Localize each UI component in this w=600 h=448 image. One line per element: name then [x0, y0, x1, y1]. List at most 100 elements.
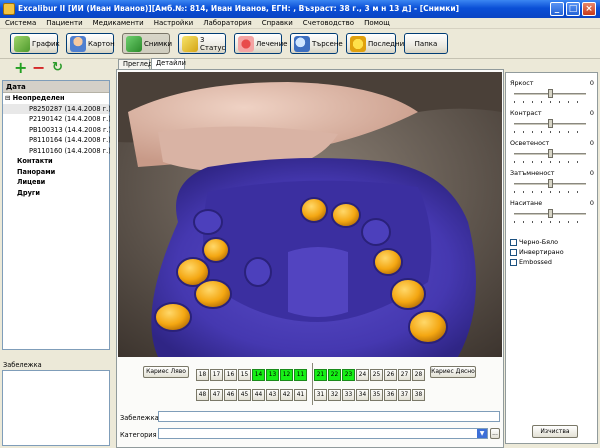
tooth-44[interactable]: 44: [252, 389, 265, 401]
category-label: Категория: [120, 431, 157, 439]
slider-ticks: [514, 131, 586, 133]
star-icon: [350, 35, 366, 52]
caries-left-button[interactable]: Кариес Ляво: [143, 366, 189, 378]
tooth-42[interactable]: 42: [280, 389, 293, 401]
menu-accounting[interactable]: Счетоводство: [298, 18, 359, 29]
adjust-slider[interactable]: Контраст 0: [510, 109, 594, 135]
category-select[interactable]: ▼: [158, 428, 488, 439]
slider-thumb[interactable]: [548, 149, 553, 158]
treatment-icon: [238, 35, 254, 52]
schedule-button[interactable]: График: [10, 33, 60, 54]
tooth-37[interactable]: 37: [398, 389, 411, 401]
add-icon[interactable]: +: [14, 60, 27, 76]
tree-group[interactable]: Лицеви: [3, 177, 109, 188]
tree-root[interactable]: ⊟ Неопределен: [3, 93, 109, 104]
menu-medications[interactable]: Медикаменти: [88, 18, 149, 29]
recent-button[interactable]: Последни: [346, 33, 404, 54]
tooth-18[interactable]: 18: [196, 369, 209, 381]
tooth-24[interactable]: 24: [356, 369, 369, 381]
search-button[interactable]: Търсене: [290, 33, 343, 54]
slider-thumb[interactable]: [548, 119, 553, 128]
tooth-38[interactable]: 38: [412, 389, 425, 401]
midline-divider: [312, 363, 313, 405]
tooth-48[interactable]: 48: [196, 389, 209, 401]
menu-patients[interactable]: Пациенти: [41, 18, 87, 29]
title-bar: Excalibur II [ИИ (Иван Иванов)][Амб.№: 8…: [0, 0, 600, 18]
effects-checks: Черно-Бяло Инвертирано Embossed: [510, 237, 564, 267]
slider-thumb[interactable]: [548, 179, 553, 188]
bw-checkbox[interactable]: Черно-Бяло: [510, 237, 564, 247]
tab-overview[interactable]: Преглед: [118, 59, 153, 69]
close-button[interactable]: ×: [582, 2, 596, 16]
tooth-33[interactable]: 33: [342, 389, 355, 401]
invert-checkbox[interactable]: Инвертирано: [510, 247, 564, 257]
tooth-23[interactable]: 23: [342, 369, 355, 381]
tooth-21[interactable]: 21: [314, 369, 327, 381]
tooth-25[interactable]: 25: [370, 369, 383, 381]
menu-system[interactable]: Система: [0, 18, 41, 29]
menu-laboratory[interactable]: Лаборатория: [198, 18, 256, 29]
tooth-46[interactable]: 46: [224, 389, 237, 401]
tooth-16[interactable]: 16: [224, 369, 237, 381]
folder-button[interactable]: Папка: [404, 33, 448, 54]
slider-thumb[interactable]: [548, 89, 553, 98]
tooth-26[interactable]: 26: [384, 369, 397, 381]
tooth-15[interactable]: 15: [238, 369, 251, 381]
tooth-41[interactable]: 41: [294, 389, 307, 401]
adjust-slider[interactable]: Наситане 0: [510, 199, 594, 225]
clear-button[interactable]: Изчиства: [532, 425, 578, 438]
menu-reports[interactable]: Справки: [257, 18, 298, 29]
tooth-45[interactable]: 45: [238, 389, 251, 401]
tree-group[interactable]: Контакти: [3, 156, 109, 167]
tooth-36[interactable]: 36: [384, 389, 397, 401]
menu-help[interactable]: Помощ: [359, 18, 395, 29]
tree-actions: + − ↻: [2, 59, 110, 79]
adjust-slider[interactable]: Яркост 0: [510, 79, 594, 105]
tooth-31[interactable]: 31: [314, 389, 327, 401]
adjust-slider[interactable]: Затъмненост 0: [510, 169, 594, 195]
minimize-button[interactable]: _: [550, 2, 564, 16]
tree-item[interactable]: PB100313 (14.4.2008 г.): [3, 125, 111, 136]
tooth-34[interactable]: 34: [356, 389, 369, 401]
tooth-32[interactable]: 32: [328, 389, 341, 401]
tooth-43[interactable]: 43: [266, 389, 279, 401]
tooth-13[interactable]: 13: [266, 369, 279, 381]
slider-label: Контраст: [510, 109, 542, 117]
tree-item[interactable]: P2190142 (14.4.2008 г.): [3, 114, 111, 125]
pictures-icon: [126, 35, 142, 52]
maximize-button[interactable]: □: [566, 2, 580, 16]
chart-card-button[interactable]: Картон: [66, 33, 115, 54]
note-field-label: Забележка: [120, 414, 159, 422]
slider-thumb[interactable]: [548, 209, 553, 218]
remove-icon[interactable]: −: [32, 60, 45, 76]
tooth-17[interactable]: 17: [210, 369, 223, 381]
tree-group[interactable]: Други: [3, 188, 109, 199]
tree-item[interactable]: P8110164 (14.4.2008 г.): [3, 135, 111, 146]
menu-bar: Система Пациенти Медикаменти Настройки Л…: [0, 18, 600, 29]
tooth-47[interactable]: 47: [210, 389, 223, 401]
tree-group[interactable]: Панорами: [3, 167, 109, 178]
browse-button[interactable]: ...: [490, 428, 500, 439]
tree-item[interactable]: P8250287 (14.4.2008 г.): [3, 103, 111, 114]
window-title: Excalibur II [ИИ (Иван Иванов)][Амб.№: 8…: [18, 4, 460, 13]
tooth-28[interactable]: 28: [412, 369, 425, 381]
menu-settings[interactable]: Настройки: [149, 18, 199, 29]
note-field[interactable]: [158, 411, 500, 422]
refresh-icon[interactable]: ↻: [52, 61, 63, 75]
tooth-35[interactable]: 35: [370, 389, 383, 401]
tooth-12[interactable]: 12: [280, 369, 293, 381]
emboss-checkbox[interactable]: Embossed: [510, 257, 564, 267]
tooth-11[interactable]: 11: [294, 369, 307, 381]
tooth-22[interactable]: 22: [328, 369, 341, 381]
caries-right-button[interactable]: Кариес Дясно: [430, 366, 476, 378]
tooth-27[interactable]: 27: [398, 369, 411, 381]
tooth-14[interactable]: 14: [252, 369, 265, 381]
pictures-button[interactable]: Снимки: [122, 33, 172, 54]
status-button[interactable]: 3 Статус: [178, 33, 226, 54]
tab-details[interactable]: Детайли: [151, 58, 186, 69]
tree-item[interactable]: P8110160 (14.4.2008 г.): [3, 146, 111, 157]
treatment-button[interactable]: Лечение: [234, 33, 287, 54]
chevron-down-icon[interactable]: ▼: [477, 429, 487, 438]
adjust-slider[interactable]: Осветеност 0: [510, 139, 594, 165]
note-textarea[interactable]: [2, 370, 110, 446]
